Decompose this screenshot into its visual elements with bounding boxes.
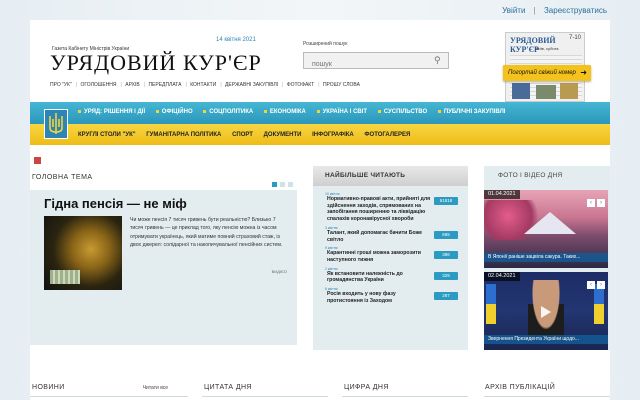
view-count-badge: 287 xyxy=(434,292,458,301)
nav-economy[interactable]: ЕКОНОМІКА xyxy=(263,109,306,115)
nav-government[interactable]: УРЯД: РІШЕННЯ І ДІЇ xyxy=(78,109,145,115)
play-icon[interactable] xyxy=(541,306,551,318)
menu-item-speak[interactable]: ПРОШУ СЛОВА xyxy=(323,82,360,88)
paper-number: 7-10 xyxy=(568,35,581,41)
nav-sport[interactable]: СПОРТ xyxy=(232,132,253,138)
main-topic-title: ГОЛОВНА ТЕМА xyxy=(32,174,93,181)
video-card[interactable]: 02.04.2021 ‹ › Звернення Президента Украї… xyxy=(484,272,608,350)
divider xyxy=(30,396,188,397)
view-count-badge: 51818 xyxy=(434,197,458,205)
nav-social-policy[interactable]: СОЦПОЛІТИКА xyxy=(203,109,253,115)
chevron-right-icon[interactable]: › xyxy=(597,199,605,207)
auth-links: Увійти | Зареєструватись xyxy=(499,6,610,15)
header-date: 14 квітня 2021 xyxy=(216,37,256,43)
list-item[interactable]: 10 квітня Нормативно-правові акти, прийн… xyxy=(325,192,458,223)
most-read-title: НАЙБІЛЬШЕ ЧИТАЮТЬ xyxy=(313,166,468,186)
nav-humanitarian[interactable]: ГУМАНІТАРНА ПОЛІТИКА xyxy=(146,132,221,138)
register-link[interactable]: Зареєструватись xyxy=(544,6,607,15)
nav-infographics[interactable]: ІНФОГРАФІКА xyxy=(312,132,354,138)
most-read-list: 10 квітня Нормативно-правові акти, прийн… xyxy=(325,192,458,307)
video-arrows: ‹ › xyxy=(585,273,605,291)
latest-issue-label: Погортай свіжий номер xyxy=(508,70,576,76)
nav-society[interactable]: СУСПІЛЬСТВО xyxy=(377,109,427,115)
menu-item-ads[interactable]: ОГОЛОШЕННЯ xyxy=(80,82,116,88)
video-date: 02.04.2021 xyxy=(484,272,520,281)
photo-caption[interactable]: В Японії раніше зацвіла сакура. Таких... xyxy=(484,253,608,262)
photo-card[interactable]: 01.04.2021 ‹ › В Японії раніше зацвіла са… xyxy=(484,190,608,268)
news-section-title: НОВИНИ Читати все xyxy=(32,384,169,391)
secondary-nav: КРУГЛІ СТОЛИ "УК" ГУМАНІТАРНА ПОЛІТИКА С… xyxy=(30,124,610,145)
menu-item-archive[interactable]: АРХІВ xyxy=(125,82,140,88)
photo-arrows: ‹ › xyxy=(585,191,605,209)
photo-video-title: ФОТО І ВІДЕО ДНЯ xyxy=(498,172,563,179)
chevron-left-icon[interactable]: ‹ xyxy=(587,281,595,289)
paper-city: Київ, субота xyxy=(536,46,559,51)
list-item[interactable]: 2 квітня Як встановити належність до гро… xyxy=(325,267,458,284)
view-count-badge: 665 xyxy=(434,230,458,239)
carousel-dot[interactable] xyxy=(272,182,277,187)
paper-photo xyxy=(536,85,556,99)
nav-official[interactable]: ОФІЦІЙНО xyxy=(155,109,193,115)
page: Газета Кабінету Міністрів України 14 кві… xyxy=(30,20,610,400)
video-caption[interactable]: Звернення Президента України щодо... xyxy=(484,335,608,344)
top-bar: Увійти | Зареєструватись xyxy=(0,0,640,20)
quote-section-title: ЦИТАТА ДНЯ xyxy=(204,384,252,391)
advanced-search-link[interactable]: Розширений пошук xyxy=(303,41,347,47)
top-menu: ПРО "УК" | ОГОЛОШЕННЯ | АРХІВ | ПЕРЕДПЛАТА |… xyxy=(50,82,360,88)
menu-item-about[interactable]: ПРО "УК" xyxy=(50,82,72,88)
archive-section-title[interactable]: АРХІВ ПУБЛІКАЦІЙ xyxy=(485,384,555,391)
main-topic-card[interactable]: Гідна пенсія — не міф Чи може пенсія 7 т… xyxy=(30,190,297,345)
main-topic-headline[interactable]: Гідна пенсія — не міф xyxy=(44,196,187,211)
bookmark-icon[interactable] xyxy=(34,157,41,164)
read-all-link[interactable]: Читати все xyxy=(143,385,168,391)
menu-item-contacts[interactable]: КОНТАКТИ xyxy=(190,82,216,88)
chevron-right-icon[interactable]: › xyxy=(597,281,605,289)
site-logo[interactable]: УРЯДОВИЙ КУР'ЄР xyxy=(50,50,262,76)
nav-round-tables[interactable]: КРУГЛІ СТОЛИ "УК" xyxy=(78,132,136,138)
chevron-left-icon[interactable]: ‹ xyxy=(587,199,595,207)
latest-issue-button[interactable]: Погортай свіжий номер ➜ xyxy=(503,65,591,81)
header: Газета Кабінету Міністрів України 14 кві… xyxy=(30,20,610,102)
primary-nav: УРЯД: РІШЕННЯ І ДІЇ ОФІЦІЙНО СОЦПОЛІТИКА… xyxy=(30,102,610,124)
search-box: ⚲ xyxy=(303,52,449,72)
carousel-dot[interactable] xyxy=(288,182,293,187)
arrow-right-icon: ➜ xyxy=(580,68,587,77)
trident-icon xyxy=(44,109,68,139)
paper-photo xyxy=(560,83,578,99)
divider xyxy=(484,396,610,397)
search-icon[interactable]: ⚲ xyxy=(434,55,444,65)
menu-item-photofact[interactable]: ФОТОФАКТ xyxy=(287,82,314,88)
view-count-badge: 386 xyxy=(434,251,458,260)
menu-item-subscription[interactable]: ПЕРЕДПЛАТА xyxy=(148,82,181,88)
photo-date: 01.04.2021 xyxy=(484,190,520,199)
nav-photogallery[interactable]: ФОТОГАЛЕРЕЯ xyxy=(364,132,410,138)
view-count-badge: 329 xyxy=(434,271,458,280)
divider xyxy=(342,396,468,397)
login-link[interactable]: Увійти xyxy=(502,6,525,15)
search-input[interactable] xyxy=(304,57,428,72)
menu-item-procurement[interactable]: ДЕРЖАВНІ ЗАКУПІВЛІ xyxy=(225,82,278,88)
main-topic-text: Чи може пенсія 7 тисяч гривень бути реал… xyxy=(130,217,283,248)
paper-photo xyxy=(512,83,530,99)
photo-video-panel: ФОТО І ВІДЕО ДНЯ 01.04.2021 ‹ › В Японії … xyxy=(484,166,610,350)
nav-public-procurement[interactable]: ПУБЛІЧНІ ЗАКУПІВЛІ xyxy=(437,109,505,115)
piggy-bank-image[interactable] xyxy=(44,216,122,290)
nav-documents[interactable]: ДОКУМЕНТИ xyxy=(264,132,302,138)
list-item[interactable]: 6 квітня Росія входить у нову фазу проти… xyxy=(325,287,458,304)
carousel-dot[interactable] xyxy=(280,182,285,187)
divider xyxy=(202,396,328,397)
most-read-panel: НАЙБІЛЬШЕ ЧИТАЮТЬ 10 квітня Нормативно-п… xyxy=(313,166,468,350)
list-item[interactable]: 3 квітня Талант, який допомагає бачити Б… xyxy=(325,226,458,243)
list-item[interactable]: 9 квітня Карантинні гроші можна заморози… xyxy=(325,246,458,263)
main-topic-more[interactable]: ВИДІЄО xyxy=(272,269,287,274)
figure-section-title: ЦИФРА ДНЯ xyxy=(344,384,389,391)
auth-separator: | xyxy=(533,6,536,15)
nav-ukraine-world[interactable]: УКРАЇНА І СВІТ xyxy=(316,109,367,115)
